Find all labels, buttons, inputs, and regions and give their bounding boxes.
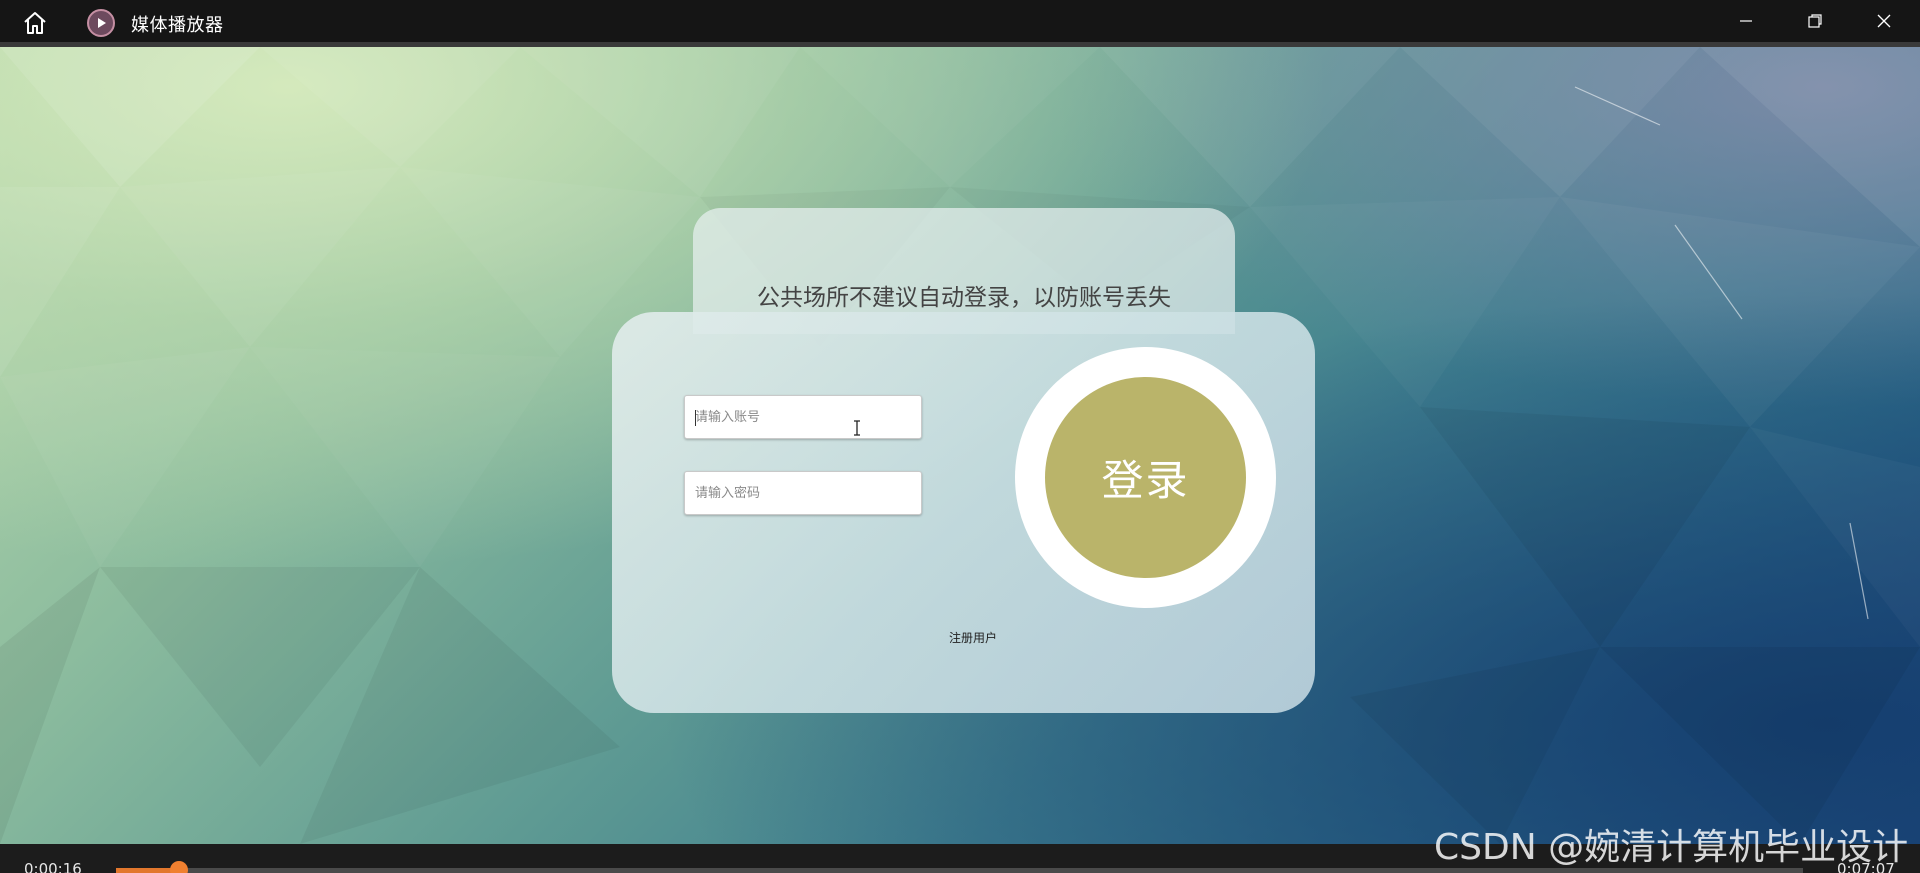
restore-button[interactable] (1783, 0, 1847, 42)
auto-login-notice: 公共场所不建议自动登录，以防账号丢失 (757, 285, 1171, 311)
watermark: CSDN @婉清计算机毕业设计 (1434, 827, 1909, 868)
minimize-icon (1740, 20, 1752, 22)
close-button[interactable] (1852, 0, 1916, 42)
current-time: 0:00:16 (24, 860, 82, 873)
media-player-window: 媒体播放器 公共场所不建议自动登录，以防账号丢失 请输入账号 登录 注册用户 0… (0, 0, 1920, 873)
i-beam-cursor-icon (852, 420, 862, 440)
restore-icon (1808, 14, 1822, 28)
text-caret (695, 410, 696, 426)
play-circle-icon (87, 9, 115, 37)
register-link[interactable]: 注册用户 (949, 629, 997, 646)
close-icon (1877, 14, 1891, 28)
app-title: 媒体播放器 (131, 15, 224, 36)
password-input[interactable] (684, 471, 922, 515)
account-input[interactable] (684, 395, 922, 439)
home-icon (24, 12, 46, 34)
title-bar: 媒体播放器 (0, 0, 1920, 47)
progress-thumb[interactable] (170, 861, 188, 873)
login-button[interactable]: 登录 (1045, 377, 1246, 578)
home-button[interactable] (20, 9, 50, 37)
minimize-button[interactable] (1714, 0, 1778, 42)
